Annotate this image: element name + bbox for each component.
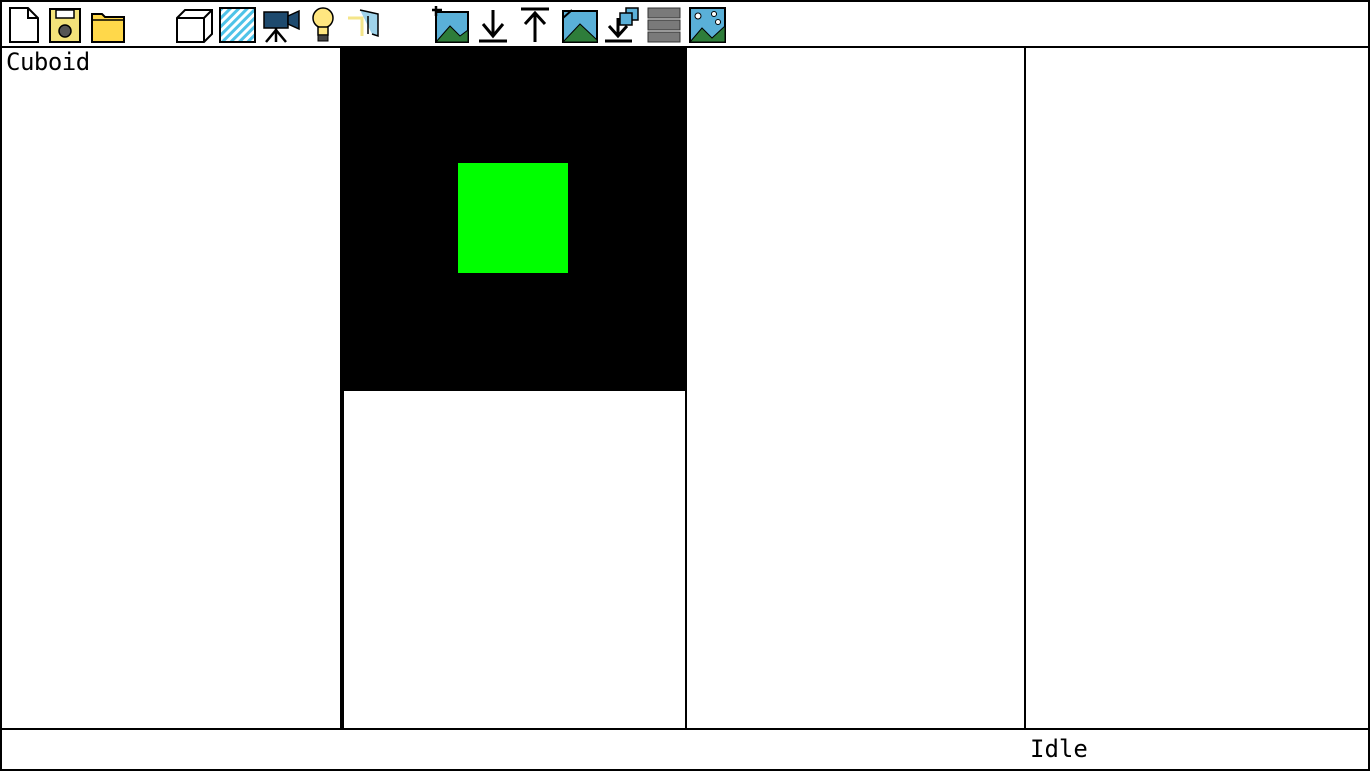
workspace: Cuboid bbox=[2, 48, 1368, 728]
new-file-button[interactable] bbox=[6, 6, 42, 44]
viewport-render[interactable] bbox=[342, 48, 685, 389]
camera-icon bbox=[263, 9, 300, 43]
portal-icon bbox=[348, 9, 379, 38]
viewport-bottom-right[interactable] bbox=[685, 387, 1026, 728]
arrow-up-icon bbox=[521, 7, 549, 42]
save-button[interactable] bbox=[48, 6, 84, 44]
add-portal-button[interactable] bbox=[346, 6, 382, 44]
export-button[interactable] bbox=[518, 6, 554, 44]
layers-icon bbox=[647, 7, 681, 43]
batch-import-button[interactable] bbox=[604, 6, 640, 44]
rendered-object bbox=[458, 163, 568, 273]
scene-preview-icon bbox=[688, 7, 726, 43]
status-text: Idle bbox=[1030, 735, 1088, 763]
application-window: Cuboid Idle bbox=[0, 0, 1370, 771]
arrow-down-icon bbox=[479, 10, 507, 43]
add-image-icon bbox=[432, 6, 469, 43]
add-camera-button[interactable] bbox=[262, 6, 300, 44]
object-panel[interactable]: Cuboid bbox=[2, 48, 342, 728]
layers-button[interactable] bbox=[646, 6, 682, 44]
add-plane-button[interactable] bbox=[218, 6, 256, 44]
open-folder-icon bbox=[91, 13, 125, 43]
render-image-button[interactable] bbox=[560, 6, 598, 44]
open-button[interactable] bbox=[90, 6, 126, 44]
add-texture-button[interactable] bbox=[432, 6, 469, 44]
textured-plane-icon bbox=[219, 7, 256, 43]
render-image-icon bbox=[561, 9, 598, 43]
import-button[interactable] bbox=[476, 6, 512, 44]
add-light-button[interactable] bbox=[306, 6, 342, 44]
save-disk-icon bbox=[49, 8, 81, 43]
status-bar: Idle bbox=[2, 728, 1368, 769]
cube-icon bbox=[176, 9, 213, 43]
scene-preview-button[interactable] bbox=[688, 6, 726, 44]
new-file-icon bbox=[9, 7, 39, 43]
object-list-item-cuboid[interactable]: Cuboid bbox=[6, 48, 90, 76]
viewport-top-right[interactable] bbox=[685, 48, 1026, 389]
properties-panel[interactable] bbox=[1024, 48, 1368, 728]
viewport-bottom-left[interactable] bbox=[342, 389, 685, 728]
add-cuboid-button[interactable] bbox=[174, 6, 213, 44]
light-bulb-icon bbox=[312, 7, 334, 42]
toolbar bbox=[2, 2, 1368, 48]
batch-import-icon bbox=[605, 7, 639, 43]
